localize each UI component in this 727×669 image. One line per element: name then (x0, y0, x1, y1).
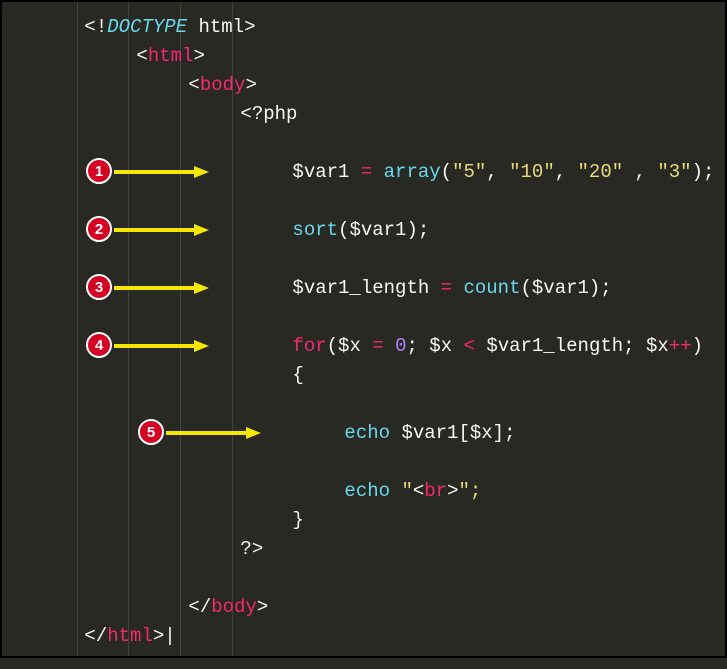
operator-lt: < (452, 335, 486, 357)
annotation-badge-2: 2 (86, 216, 112, 242)
php-close-tag: ?> (240, 538, 263, 560)
number-literal: 0 (395, 335, 406, 357)
variable: $x (646, 335, 669, 357)
function-sort: sort (292, 219, 338, 241)
arrow-icon (114, 280, 210, 296)
paren-open: ( (441, 161, 452, 183)
variable: $var1 (292, 161, 349, 183)
bracket-close: > (153, 625, 164, 647)
brace-close: } (292, 509, 303, 531)
space (390, 422, 401, 444)
comma: , (623, 161, 657, 183)
string-literal: "20" (578, 161, 624, 183)
paren-close: ); (692, 161, 715, 183)
bracket-close: > (257, 596, 268, 618)
paren-close: ); (406, 219, 429, 241)
string-literal: "10" (509, 161, 555, 183)
comma: , (486, 161, 509, 183)
annotation-badge-5: 5 (138, 419, 164, 445)
variable: $x (338, 335, 361, 357)
comma: , (555, 161, 578, 183)
string-literal: "5" (452, 161, 486, 183)
arrow-icon (114, 164, 210, 180)
annotation-badge-4: 4 (86, 332, 112, 358)
operator-increment: ++ (669, 335, 692, 357)
code-line: <?php (16, 99, 711, 128)
variable: $var1_length (486, 335, 623, 357)
bracket-open: </ (84, 625, 107, 647)
code-line: ?> (16, 534, 711, 563)
bracket-close: > (447, 480, 458, 502)
paren-close: ) (692, 335, 703, 357)
variable: $x (470, 422, 493, 444)
function-array: array (384, 161, 441, 183)
function-count: count (463, 277, 520, 299)
arrow-icon (114, 338, 210, 354)
quote-open: " (401, 480, 412, 502)
bracket-open: [ (458, 422, 469, 444)
arrow-icon (166, 425, 262, 441)
bracket-close: ]; (493, 422, 516, 444)
semicolon: ; (623, 335, 646, 357)
space (390, 480, 401, 502)
semicolon: ; (406, 335, 429, 357)
string-literal: "3" (657, 161, 691, 183)
operator-equals: = (361, 335, 395, 357)
variable: $var1 (532, 277, 589, 299)
operator-equals: = (429, 277, 463, 299)
arrow-icon (114, 222, 210, 238)
annotation-badge-1: 1 (86, 158, 112, 184)
bracket-close: > (244, 16, 255, 38)
variable: $var1 (349, 219, 406, 241)
keyword-echo: echo (344, 480, 390, 502)
php-open-tag: <?php (240, 103, 297, 125)
quote-close: "; (458, 480, 481, 502)
paren-open: ( (327, 335, 338, 357)
variable: $x (429, 335, 452, 357)
paren-open: ( (520, 277, 531, 299)
code-editor: <!DOCTYPE html> <html> <body> <?php $var… (2, 2, 725, 656)
bracket-open: < (413, 480, 424, 502)
code-line: echo $var1[$x]; (16, 418, 711, 447)
paren-open: ( (338, 219, 349, 241)
keyword-echo: echo (344, 422, 390, 444)
br-tag: br (424, 480, 447, 502)
annotation-badge-3: 3 (86, 274, 112, 300)
variable: $var1 (401, 422, 458, 444)
paren-close: ); (589, 277, 612, 299)
html-tag: html (107, 625, 153, 647)
brace-open: { (292, 364, 303, 386)
body-tag: body (211, 596, 257, 618)
cursor-caret: | (164, 625, 175, 647)
bracket-open: </ (188, 596, 211, 618)
code-line: </html>| (16, 621, 711, 650)
operator-equals: = (349, 161, 383, 183)
variable: $var1_length (292, 277, 429, 299)
